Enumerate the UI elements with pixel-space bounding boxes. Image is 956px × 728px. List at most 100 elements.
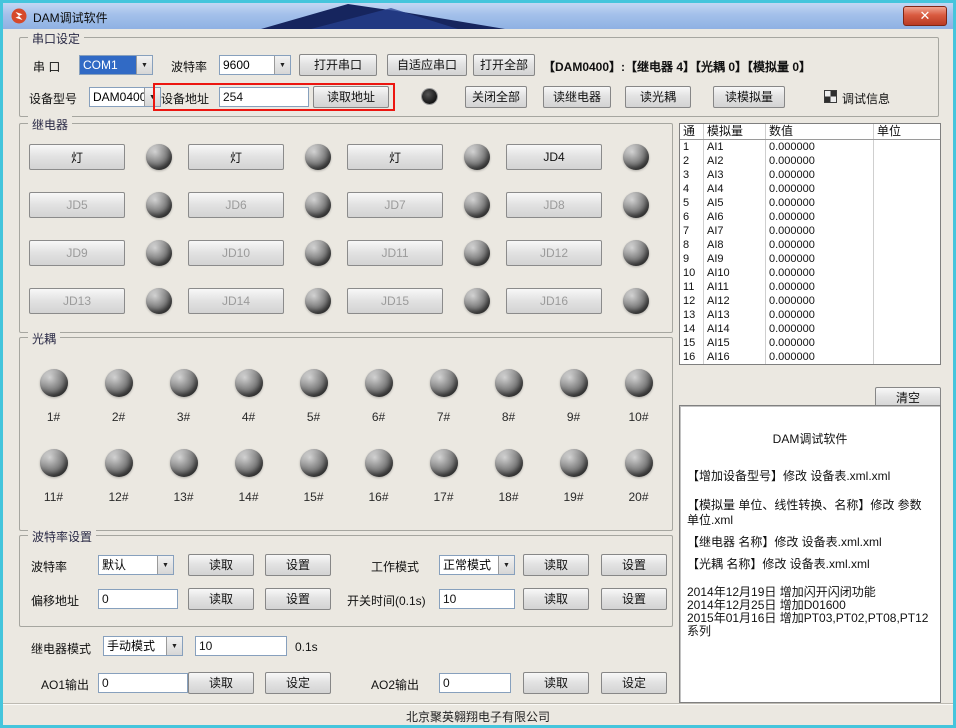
open-all-button[interactable]: 打开全部 xyxy=(473,54,535,76)
relay-cell: JD15 xyxy=(347,277,506,325)
relay-button[interactable]: JD6 xyxy=(188,192,284,218)
dropdown-arrow-icon[interactable]: ▼ xyxy=(136,56,152,74)
opto-label: 6# xyxy=(372,410,385,424)
baud-settings-group: 波特率设置 xyxy=(19,535,673,627)
ao2-input[interactable] xyxy=(439,673,511,693)
table-row: 16AI160.000000 xyxy=(680,350,940,364)
read-button[interactable]: 读取 xyxy=(523,672,589,694)
baud-rate-label: 波特率 xyxy=(171,58,207,75)
relay-mode-value: 手动模式 xyxy=(104,637,166,655)
dropdown-arrow-icon[interactable]: ▼ xyxy=(157,556,173,574)
read-button[interactable]: 读取 xyxy=(188,554,254,576)
work-mode-select[interactable]: 正常模式 ▼ xyxy=(439,555,515,575)
opto-indicator xyxy=(235,449,263,477)
relay-indicator xyxy=(623,192,649,218)
dropdown-arrow-icon[interactable]: ▼ xyxy=(498,556,514,574)
ao1-input[interactable] xyxy=(98,673,188,693)
read-button[interactable]: 读取 xyxy=(523,554,589,576)
baud-rate-select[interactable]: 9600 ▼ xyxy=(219,55,291,75)
baud-setting-select[interactable]: 默认 ▼ xyxy=(98,555,174,575)
relay-button[interactable]: JD12 xyxy=(506,240,602,266)
opto-label: 13# xyxy=(173,490,193,504)
relay-cell: 灯 xyxy=(188,133,347,181)
table-row: 4AI40.000000 xyxy=(680,182,940,196)
relay-cell: JD12 xyxy=(506,229,665,277)
relay-button[interactable]: JD8 xyxy=(506,192,602,218)
opto-indicator xyxy=(430,369,458,397)
read-opto-button[interactable]: 读光耦 xyxy=(625,86,691,108)
opto-indicator xyxy=(495,449,523,477)
relay-indicator xyxy=(146,240,172,266)
opto-label: 8# xyxy=(502,410,515,424)
table-row: 12AI120.000000 xyxy=(680,294,940,308)
relay-button[interactable]: JD7 xyxy=(347,192,443,218)
work-mode-label: 工作模式 xyxy=(371,558,419,575)
info-line: 【增加设备型号】修改 设备表.xml.xml xyxy=(687,469,933,484)
relay-button[interactable]: JD11 xyxy=(347,240,443,266)
read-analog-button[interactable]: 读模拟量 xyxy=(713,86,785,108)
read-button[interactable]: 读取 xyxy=(523,588,589,610)
set-button[interactable]: 设置 xyxy=(265,554,331,576)
confirm-button[interactable]: 设定 xyxy=(601,672,667,694)
relay-button[interactable]: JD9 xyxy=(29,240,125,266)
read-button[interactable]: 读取 xyxy=(188,672,254,694)
relay-cell: JD9 xyxy=(29,229,188,277)
switch-time-input[interactable] xyxy=(439,589,515,609)
dropdown-arrow-icon[interactable]: ▼ xyxy=(166,637,182,655)
com-port-value: COM1 xyxy=(80,56,136,74)
relay-button[interactable]: JD16 xyxy=(506,288,602,314)
relay-time-input[interactable] xyxy=(195,636,287,656)
relay-button[interactable]: JD10 xyxy=(188,240,284,266)
relay-button[interactable]: JD15 xyxy=(347,288,443,314)
device-model-select[interactable]: DAM0400 ▼ xyxy=(89,87,161,107)
opto-indicator xyxy=(560,449,588,477)
table-row: 15AI150.000000 xyxy=(680,336,940,350)
opto-indicator xyxy=(40,449,68,477)
relay-button[interactable]: 灯 xyxy=(347,144,443,170)
relay-button[interactable]: 灯 xyxy=(29,144,125,170)
table-row: 1AI10.000000 xyxy=(680,140,940,154)
relay-cell: JD8 xyxy=(506,181,665,229)
relay-button[interactable]: 灯 xyxy=(188,144,284,170)
device-address-input[interactable] xyxy=(219,87,309,107)
relay-indicator xyxy=(464,240,490,266)
table-row: 13AI130.000000 xyxy=(680,308,940,322)
read-button[interactable]: 读取 xyxy=(188,588,254,610)
read-address-button[interactable]: 读取地址 xyxy=(313,86,389,108)
set-button[interactable]: 设置 xyxy=(265,588,331,610)
read-relay-button[interactable]: 读继电器 xyxy=(543,86,611,108)
offset-address-input[interactable] xyxy=(98,589,178,609)
table-row: 10AI100.000000 xyxy=(680,266,940,280)
set-button[interactable]: 设置 xyxy=(601,588,667,610)
relay-indicator xyxy=(146,144,172,170)
opto-row: 1# 2# 3# 4# 5# 6# 7# 8# 9# 10# xyxy=(21,369,671,424)
set-button[interactable]: 设置 xyxy=(601,554,667,576)
dropdown-arrow-icon[interactable]: ▼ xyxy=(274,56,290,74)
relay-button[interactable]: JD14 xyxy=(188,288,284,314)
relay-button[interactable]: JD5 xyxy=(29,192,125,218)
group-title: 继电器 xyxy=(28,116,72,133)
table-row: 3AI30.000000 xyxy=(680,168,940,182)
relay-cell: JD10 xyxy=(188,229,347,277)
debug-info-label: 调试信息 xyxy=(842,90,890,107)
opto-label: 7# xyxy=(437,410,450,424)
relay-button[interactable]: JD13 xyxy=(29,288,125,314)
relay-indicator xyxy=(305,288,331,314)
analog-table: 通 模拟量 数值 单位 1AI10.000000 2AI20.000000 3A… xyxy=(679,123,941,365)
app-window: DAM调试软件 ✕ 串口设定 串 口 COM1 ▼ 波特率 9600 ▼ 打开串… xyxy=(0,0,956,728)
relay-cell: JD11 xyxy=(347,229,506,277)
relay-indicator xyxy=(623,144,649,170)
relay-indicator xyxy=(305,240,331,266)
close-all-button[interactable]: 关闭全部 xyxy=(465,86,527,108)
com-port-select[interactable]: COM1 ▼ xyxy=(79,55,153,75)
relay-button[interactable]: JD4 xyxy=(506,144,602,170)
relay-mode-select[interactable]: 手动模式 ▼ xyxy=(103,636,183,656)
opto-label: 15# xyxy=(303,490,323,504)
relay-cell: JD7 xyxy=(347,181,506,229)
adaptive-serial-button[interactable]: 自适应串口 xyxy=(387,54,467,76)
close-button[interactable]: ✕ xyxy=(903,6,947,26)
open-serial-button[interactable]: 打开串口 xyxy=(299,54,377,76)
wallpaper-graphic xyxy=(253,3,513,29)
confirm-button[interactable]: 设定 xyxy=(265,672,331,694)
changelog-entry: 2015年01月16日 增加PT03,PT02,PT08,PT12系列 xyxy=(687,612,933,638)
